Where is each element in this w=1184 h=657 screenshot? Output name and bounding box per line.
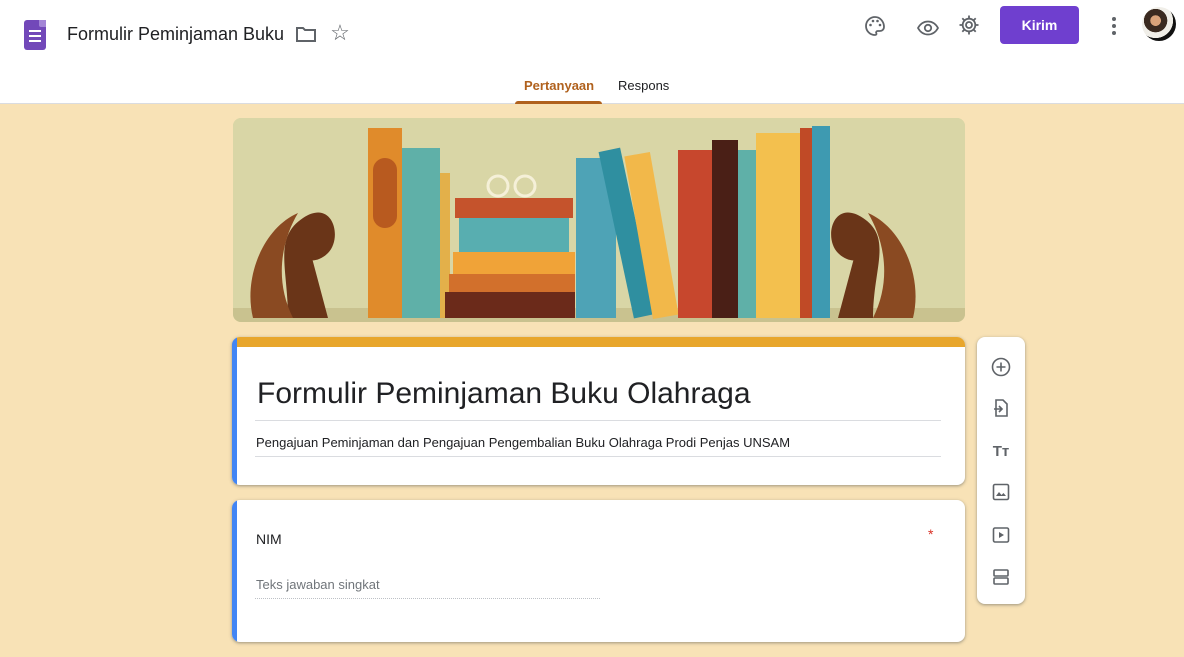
add-video-icon[interactable] — [989, 523, 1013, 547]
short-answer-placeholder: Teks jawaban singkat — [256, 577, 380, 592]
google-forms-icon[interactable] — [24, 20, 46, 50]
form-title[interactable]: Formulir Peminjaman Buku Olahraga — [257, 377, 751, 411]
header-banner-image — [233, 118, 965, 322]
send-button[interactable]: Kirim — [1000, 6, 1079, 44]
add-title-icon[interactable]: Tт — [989, 439, 1013, 463]
title-card-accent — [232, 337, 965, 347]
answer-underline — [255, 598, 600, 599]
add-section-icon[interactable] — [989, 565, 1013, 589]
focus-indicator — [232, 337, 237, 485]
question-card[interactable]: NIM * Teks jawaban singkat — [232, 500, 965, 642]
top-bar: Formulir Peminjaman Buku ☆ Kirim Pertany… — [0, 0, 1184, 104]
active-tab-indicator — [515, 101, 602, 104]
question-title[interactable]: NIM — [256, 531, 282, 547]
side-toolbar: Tт — [977, 337, 1025, 604]
add-image-icon[interactable] — [989, 480, 1013, 504]
required-marker: * — [928, 526, 934, 542]
divider — [255, 420, 941, 421]
tab-questions[interactable]: Pertanyaan — [524, 78, 594, 93]
more-vert-icon[interactable] — [1104, 14, 1124, 38]
eye-icon[interactable] — [916, 16, 940, 40]
document-title[interactable]: Formulir Peminjaman Buku — [67, 24, 284, 45]
form-tabs: Pertanyaan Respons — [0, 76, 1184, 104]
tab-responses[interactable]: Respons — [618, 78, 669, 93]
avatar[interactable] — [1142, 7, 1176, 41]
form-title-card[interactable]: Formulir Peminjaman Buku Olahraga Pengaj… — [232, 337, 965, 485]
form-description[interactable]: Pengajuan Peminjaman dan Pengajuan Penge… — [256, 435, 790, 450]
folder-icon[interactable] — [294, 22, 318, 46]
gear-icon[interactable] — [957, 13, 981, 37]
focus-indicator — [232, 500, 237, 642]
star-icon[interactable]: ☆ — [328, 20, 352, 46]
palette-icon[interactable] — [863, 14, 887, 38]
divider — [255, 456, 941, 457]
add-question-icon[interactable] — [989, 355, 1013, 379]
import-questions-icon[interactable] — [989, 396, 1013, 420]
